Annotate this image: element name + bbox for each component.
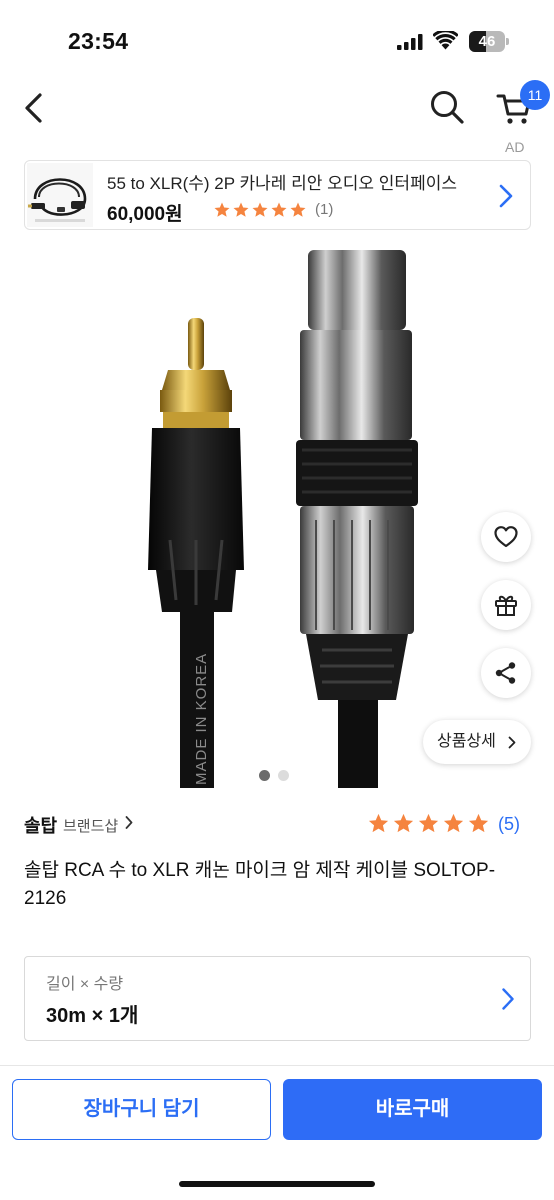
search-icon	[431, 91, 464, 124]
bottom-bar-divider	[0, 1065, 554, 1066]
status-time: 23:54	[68, 28, 129, 54]
chevron-right-icon	[499, 184, 513, 208]
option-selector[interactable]: 길이 × 수량 30m × 1개	[24, 956, 531, 1041]
gallery-page-indicator	[259, 770, 289, 781]
sponsored-product-card[interactable]: 55 to XLR(수) 2P 카나레 리안 오디오 인터페이스 60,000원…	[24, 160, 531, 230]
star-icon	[214, 202, 230, 217]
cellular-signal-icon	[397, 34, 423, 50]
add-to-cart-button[interactable]: 장바구니 담기	[12, 1079, 271, 1140]
chevron-right-icon	[502, 988, 514, 1010]
product-title: 솔탑 RCA 수 to XLR 캐논 마이크 암 제작 케이블 SOLTOP-2…	[24, 860, 496, 909]
battery-indicator: 46	[469, 31, 509, 52]
product-detail-button[interactable]: 상품상세	[423, 720, 531, 764]
star-icon	[468, 813, 489, 833]
share-button[interactable]	[481, 648, 531, 698]
ad-rating-stars	[213, 201, 307, 219]
product-image[interactable]: MADE IN KOREA	[0, 240, 554, 788]
star-icon	[233, 202, 249, 217]
gift-button[interactable]	[481, 580, 531, 630]
back-button[interactable]	[18, 90, 52, 126]
gallery-dot	[278, 770, 289, 781]
search-button[interactable]	[428, 88, 466, 126]
wifi-icon	[433, 31, 458, 50]
star-icon	[290, 202, 306, 217]
cart-count-badge: 11	[520, 80, 550, 110]
star-icon	[443, 813, 464, 833]
heart-icon	[494, 526, 518, 548]
battery-level: 46	[478, 33, 496, 50]
star-icon	[368, 813, 389, 833]
ad-price: 60,000원	[107, 204, 183, 225]
option-label: 길이 × 수량	[46, 976, 124, 993]
star-icon	[393, 813, 414, 833]
home-indicator	[179, 1181, 375, 1187]
ad-product-thumbnail	[27, 163, 93, 227]
star-icon	[418, 813, 439, 833]
product-rating-stars[interactable]	[367, 812, 490, 835]
wishlist-button[interactable]	[481, 512, 531, 562]
brand-shop-link[interactable]: 브랜드샵	[63, 815, 118, 836]
product-detail-label: 상품상세	[437, 733, 496, 750]
chevron-left-icon	[25, 93, 42, 123]
battery-nub	[506, 38, 509, 45]
brand-name[interactable]: 솔탑	[24, 812, 57, 838]
review-count-link[interactable]: (5)	[498, 814, 520, 835]
gift-icon	[495, 595, 517, 616]
battery-icon: 46	[469, 31, 505, 52]
chevron-right-icon	[125, 816, 133, 829]
ad-label: AD	[505, 139, 525, 155]
star-icon	[271, 202, 287, 217]
option-value: 30m × 1개	[46, 1005, 139, 1027]
ad-review-count: (1)	[315, 201, 334, 218]
gallery-dot	[259, 770, 270, 781]
star-icon	[252, 202, 268, 217]
cable-print-text: MADE IN KOREA	[193, 653, 210, 785]
status-bar: 23:54 46	[0, 0, 554, 80]
ad-title: 55 to XLR(수) 2P 카나레 리안 오디오 인터페이스	[107, 174, 457, 193]
share-icon	[495, 662, 516, 684]
chevron-right-icon	[508, 736, 516, 749]
buy-now-button[interactable]: 바로구매	[283, 1079, 542, 1140]
